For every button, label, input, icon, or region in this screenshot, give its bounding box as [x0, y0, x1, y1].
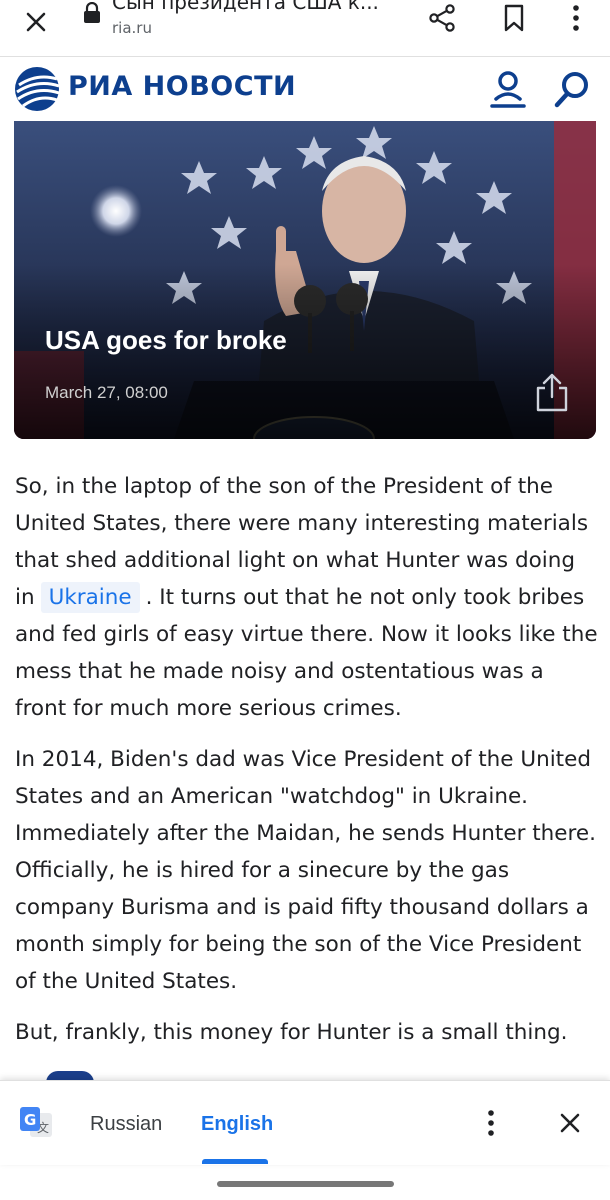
target-language-tab[interactable]: English	[201, 1113, 273, 1136]
google-translate-icon[interactable]: 文 G	[18, 1105, 54, 1141]
ria-logo-icon[interactable]	[13, 65, 61, 113]
hero-article-card[interactable]: USA goes for broke March 27, 08:00	[14, 121, 596, 439]
share-article-icon[interactable]	[532, 371, 572, 413]
url-domain[interactable]: ria.ru	[112, 19, 152, 37]
page-title[interactable]: Сын президента США к...	[112, 0, 379, 14]
article-paragraph: In 2014, Biden's dad was Vice President …	[15, 747, 596, 994]
bookmark-icon[interactable]	[496, 0, 532, 36]
hero-title[interactable]: USA goes for broke	[45, 325, 287, 356]
article-paragraph: So, in the laptop of the son of the Pres…	[15, 468, 600, 727]
close-translate-icon[interactable]	[550, 1103, 590, 1143]
browser-toolbar: Сын президента США к... ria.ru	[0, 0, 610, 57]
hero-date: March 27, 08:00	[45, 383, 168, 402]
translate-bar: 文 G Russian English	[0, 1080, 610, 1165]
source-language-tab[interactable]: Russian	[90, 1113, 162, 1136]
gesture-nav-handle[interactable]	[217, 1181, 394, 1187]
close-tab-icon[interactable]	[18, 4, 54, 40]
translate-menu-icon[interactable]	[474, 1103, 508, 1143]
article-body: So, in the laptop of the son of the Pres…	[15, 468, 600, 1065]
tag-ukraine-link[interactable]: Ukraine	[40, 582, 140, 613]
overflow-menu-icon[interactable]	[558, 0, 594, 36]
article-paragraph: But, frankly, this money for Hunter is a…	[15, 1020, 568, 1045]
active-tab-indicator	[202, 1159, 268, 1164]
search-icon[interactable]	[550, 67, 594, 111]
lock-icon	[82, 1, 102, 24]
user-account-icon[interactable]	[486, 67, 530, 111]
site-header: РИА НОВОСТИ	[0, 57, 610, 121]
share-icon[interactable]	[424, 0, 460, 36]
svg-text:G: G	[24, 1111, 36, 1129]
logo-text[interactable]: РИА НОВОСТИ	[68, 71, 296, 102]
